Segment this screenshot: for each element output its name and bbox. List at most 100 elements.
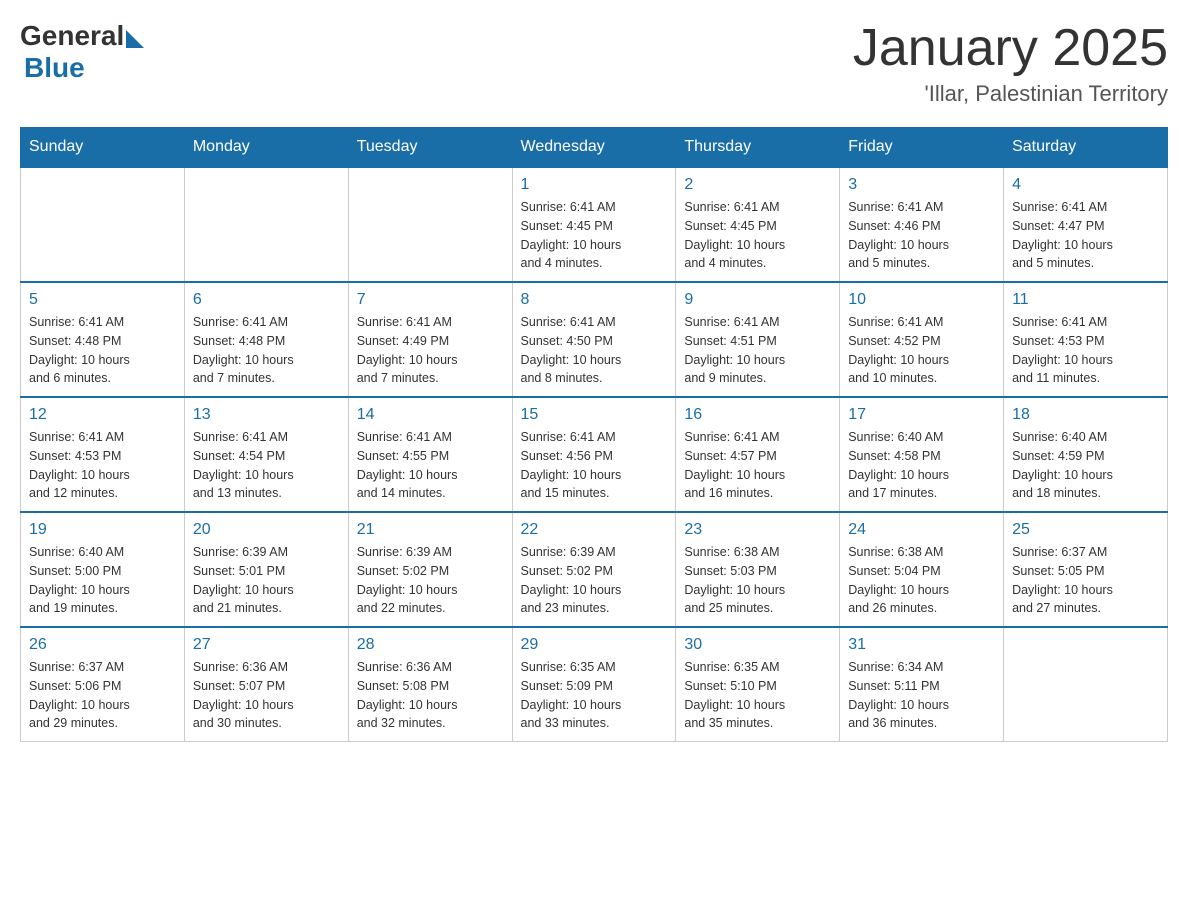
day-info: Sunrise: 6:41 AMSunset: 4:47 PMDaylight:… [1012, 198, 1159, 273]
header-day-tuesday: Tuesday [348, 128, 512, 168]
day-number: 2 [684, 176, 831, 194]
day-number: 7 [357, 291, 504, 309]
calendar-cell: 8 Sunrise: 6:41 AMSunset: 4:50 PMDaylight… [512, 282, 676, 397]
calendar-cell: 14 Sunrise: 6:41 AMSunset: 4:55 PMDayligh… [348, 397, 512, 512]
logo-blue-text: Blue [24, 52, 85, 84]
title-block: January 2025 'Illar, Palestinian Territo… [853, 20, 1168, 107]
week-row-1: 1Sunrise: 6:41 AMSunset: 4:45 PMDaylight… [21, 167, 1168, 282]
calendar-cell: 22 Sunrise: 6:39 AMSunset: 5:02 PMDayligh… [512, 512, 676, 627]
calendar-cell [184, 167, 348, 282]
calendar-cell: 20 Sunrise: 6:39 AMSunset: 5:01 PMDayligh… [184, 512, 348, 627]
day-number: 17 [848, 406, 995, 424]
calendar-cell: 3Sunrise: 6:41 AMSunset: 4:46 PMDaylight… [840, 167, 1004, 282]
header-day-friday: Friday [840, 128, 1004, 168]
day-info: Sunrise: 6:40 AMSunset: 5:00 PMDaylight:… [29, 543, 176, 618]
day-info: Sunrise: 6:41 AMSunset: 4:52 PMDaylight:… [848, 313, 995, 388]
day-info: Sunrise: 6:41 AMSunset: 4:48 PMDaylight:… [29, 313, 176, 388]
day-number: 3 [848, 176, 995, 194]
day-info: Sunrise: 6:41 AMSunset: 4:45 PMDaylight:… [521, 198, 668, 273]
day-info: Sunrise: 6:41 AMSunset: 4:45 PMDaylight:… [684, 198, 831, 273]
logo-triangle-icon [126, 30, 144, 48]
calendar-cell: 10Sunrise: 6:41 AMSunset: 4:52 PMDayligh… [840, 282, 1004, 397]
day-number: 8 [521, 291, 668, 309]
calendar-cell: 24Sunrise: 6:38 AMSunset: 5:04 PMDayligh… [840, 512, 1004, 627]
calendar-cell: 25Sunrise: 6:37 AMSunset: 5:05 PMDayligh… [1004, 512, 1168, 627]
calendar-cell: 13Sunrise: 6:41 AMSunset: 4:54 PMDayligh… [184, 397, 348, 512]
day-number: 27 [193, 636, 340, 654]
day-number: 23 [684, 521, 831, 539]
calendar-cell: 2 Sunrise: 6:41 AMSunset: 4:45 PMDaylight… [676, 167, 840, 282]
day-number: 20 [193, 521, 340, 539]
calendar-cell: 18Sunrise: 6:40 AMSunset: 4:59 PMDayligh… [1004, 397, 1168, 512]
day-number: 24 [848, 521, 995, 539]
header-day-sunday: Sunday [21, 128, 185, 168]
day-info: Sunrise: 6:41 AMSunset: 4:48 PMDaylight:… [193, 313, 340, 388]
calendar-cell: 5Sunrise: 6:41 AMSunset: 4:48 PMDaylight… [21, 282, 185, 397]
day-info: Sunrise: 6:41 AMSunset: 4:50 PMDaylight:… [521, 313, 668, 388]
calendar-cell: 12 Sunrise: 6:41 AMSunset: 4:53 PMDayligh… [21, 397, 185, 512]
week-row-2: 5Sunrise: 6:41 AMSunset: 4:48 PMDaylight… [21, 282, 1168, 397]
week-row-4: 19 Sunrise: 6:40 AMSunset: 5:00 PMDayligh… [21, 512, 1168, 627]
day-number: 16 [684, 406, 831, 424]
week-row-5: 26 Sunrise: 6:37 AMSunset: 5:06 PMDayligh… [21, 627, 1168, 742]
calendar-cell: 6 Sunrise: 6:41 AMSunset: 4:48 PMDaylight… [184, 282, 348, 397]
calendar-cell: 11 Sunrise: 6:41 AMSunset: 4:53 PMDayligh… [1004, 282, 1168, 397]
logo: General Blue [20, 20, 144, 84]
calendar-cell: 16 Sunrise: 6:41 AMSunset: 4:57 PMDayligh… [676, 397, 840, 512]
day-info: Sunrise: 6:41 AMSunset: 4:56 PMDaylight:… [521, 428, 668, 503]
day-info: Sunrise: 6:39 AMSunset: 5:02 PMDaylight:… [357, 543, 504, 618]
day-info: Sunrise: 6:37 AMSunset: 5:06 PMDaylight:… [29, 658, 176, 733]
page-header: General Blue January 2025 'Illar, Palest… [20, 20, 1168, 107]
calendar-cell: 28 Sunrise: 6:36 AMSunset: 5:08 PMDayligh… [348, 627, 512, 742]
calendar-cell: 7Sunrise: 6:41 AMSunset: 4:49 PMDaylight… [348, 282, 512, 397]
day-info: Sunrise: 6:40 AMSunset: 4:59 PMDaylight:… [1012, 428, 1159, 503]
day-info: Sunrise: 6:41 AMSunset: 4:54 PMDaylight:… [193, 428, 340, 503]
calendar-cell: 19 Sunrise: 6:40 AMSunset: 5:00 PMDayligh… [21, 512, 185, 627]
day-info: Sunrise: 6:36 AMSunset: 5:08 PMDaylight:… [357, 658, 504, 733]
day-number: 19 [29, 521, 176, 539]
day-number: 14 [357, 406, 504, 424]
calendar-cell: 9 Sunrise: 6:41 AMSunset: 4:51 PMDaylight… [676, 282, 840, 397]
day-info: Sunrise: 6:38 AMSunset: 5:03 PMDaylight:… [684, 543, 831, 618]
header-day-monday: Monday [184, 128, 348, 168]
day-number: 11 [1012, 291, 1159, 309]
calendar-cell: 29 Sunrise: 6:35 AMSunset: 5:09 PMDayligh… [512, 627, 676, 742]
day-info: Sunrise: 6:35 AMSunset: 5:09 PMDaylight:… [521, 658, 668, 733]
day-number: 22 [521, 521, 668, 539]
calendar-cell [1004, 627, 1168, 742]
day-number: 6 [193, 291, 340, 309]
day-info: Sunrise: 6:37 AMSunset: 5:05 PMDaylight:… [1012, 543, 1159, 618]
header-day-wednesday: Wednesday [512, 128, 676, 168]
day-info: Sunrise: 6:39 AMSunset: 5:01 PMDaylight:… [193, 543, 340, 618]
day-info: Sunrise: 6:41 AMSunset: 4:53 PMDaylight:… [29, 428, 176, 503]
day-number: 30 [684, 636, 831, 654]
calendar-cell: 26 Sunrise: 6:37 AMSunset: 5:06 PMDayligh… [21, 627, 185, 742]
header-day-thursday: Thursday [676, 128, 840, 168]
location-title: 'Illar, Palestinian Territory [853, 81, 1168, 107]
day-info: Sunrise: 6:41 AMSunset: 4:53 PMDaylight:… [1012, 313, 1159, 388]
day-number: 4 [1012, 176, 1159, 194]
calendar-cell: 31 Sunrise: 6:34 AMSunset: 5:11 PMDayligh… [840, 627, 1004, 742]
logo-general-text: General [20, 20, 124, 52]
day-number: 28 [357, 636, 504, 654]
day-info: Sunrise: 6:41 AMSunset: 4:55 PMDaylight:… [357, 428, 504, 503]
calendar-cell [348, 167, 512, 282]
day-number: 26 [29, 636, 176, 654]
day-info: Sunrise: 6:39 AMSunset: 5:02 PMDaylight:… [521, 543, 668, 618]
day-number: 21 [357, 521, 504, 539]
header-day-saturday: Saturday [1004, 128, 1168, 168]
day-number: 9 [684, 291, 831, 309]
day-number: 31 [848, 636, 995, 654]
day-number: 29 [521, 636, 668, 654]
calendar-cell: 1Sunrise: 6:41 AMSunset: 4:45 PMDaylight… [512, 167, 676, 282]
calendar-cell [21, 167, 185, 282]
day-info: Sunrise: 6:41 AMSunset: 4:51 PMDaylight:… [684, 313, 831, 388]
day-info: Sunrise: 6:35 AMSunset: 5:10 PMDaylight:… [684, 658, 831, 733]
calendar-cell: 23 Sunrise: 6:38 AMSunset: 5:03 PMDayligh… [676, 512, 840, 627]
calendar-cell: 15Sunrise: 6:41 AMSunset: 4:56 PMDayligh… [512, 397, 676, 512]
day-info: Sunrise: 6:41 AMSunset: 4:57 PMDaylight:… [684, 428, 831, 503]
week-row-3: 12 Sunrise: 6:41 AMSunset: 4:53 PMDayligh… [21, 397, 1168, 512]
day-info: Sunrise: 6:34 AMSunset: 5:11 PMDaylight:… [848, 658, 995, 733]
calendar-cell: 4 Sunrise: 6:41 AMSunset: 4:47 PMDaylight… [1004, 167, 1168, 282]
day-number: 12 [29, 406, 176, 424]
